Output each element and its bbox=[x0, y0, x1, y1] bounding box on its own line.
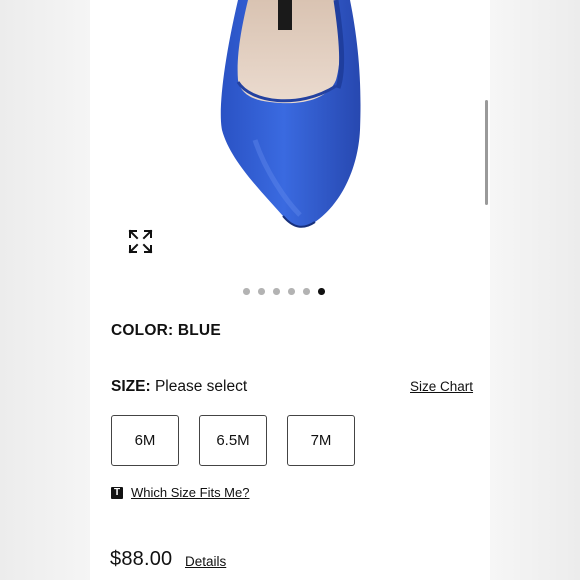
carousel-dot[interactable] bbox=[258, 288, 265, 295]
size-option-6m[interactable]: 6M bbox=[111, 415, 179, 466]
image-carousel-dots bbox=[243, 288, 325, 296]
size-option-7m[interactable]: 7M bbox=[287, 415, 355, 466]
carousel-dot[interactable] bbox=[243, 288, 250, 295]
details-link[interactable]: Details bbox=[185, 554, 226, 569]
size-value: Please select bbox=[154, 378, 248, 395]
size-chart-link[interactable]: Size Chart bbox=[410, 379, 473, 394]
carousel-dot[interactable] bbox=[303, 288, 310, 295]
expand-arrows-icon[interactable] bbox=[127, 228, 154, 255]
which-size-fits-link[interactable]: Which Size Fits Me? bbox=[131, 485, 249, 500]
carousel-dot[interactable] bbox=[288, 288, 295, 295]
carousel-dot[interactable] bbox=[273, 288, 280, 295]
color-selection: COLOR: BLUE bbox=[111, 322, 221, 340]
carousel-dot-active[interactable] bbox=[318, 288, 325, 295]
background-right bbox=[490, 0, 580, 580]
color-label: COLOR: bbox=[111, 322, 174, 339]
product-price: $88.00 bbox=[110, 548, 173, 570]
size-label: SIZE: bbox=[111, 378, 151, 395]
scrollbar[interactable] bbox=[485, 100, 488, 205]
size-selection: SIZE: Please select bbox=[111, 378, 247, 396]
size-option-6-5m[interactable]: 6.5M bbox=[199, 415, 267, 466]
background-left bbox=[0, 0, 90, 580]
fit-badge-icon: T bbox=[111, 487, 123, 499]
color-value: BLUE bbox=[177, 322, 221, 339]
